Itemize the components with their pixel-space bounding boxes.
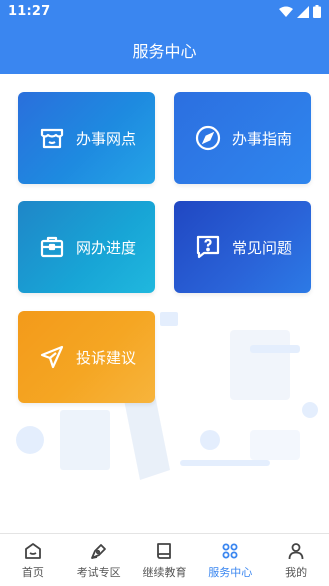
service-card-progress[interactable]: 网办进度	[18, 201, 155, 293]
send-icon	[38, 343, 66, 371]
top-bar: 11:27 服务中心	[0, 0, 329, 74]
briefcase-icon	[38, 233, 66, 261]
page-title: 服务中心	[132, 42, 197, 61]
shop-icon	[38, 124, 66, 152]
compass-icon	[194, 124, 222, 152]
service-card-guide[interactable]: 办事指南	[174, 92, 311, 184]
service-card-complaint[interactable]: 投诉建议	[18, 311, 155, 403]
user-icon	[288, 543, 304, 560]
card-label: 投诉建议	[76, 348, 137, 367]
card-label: 办事指南	[232, 129, 293, 148]
tab-label: 服务中心	[208, 566, 253, 579]
wifi-icon	[279, 6, 293, 17]
tab-mine[interactable]: 我的	[263, 534, 329, 586]
tab-education[interactable]: 继续教育	[132, 534, 198, 586]
card-label: 网办进度	[76, 238, 137, 257]
tab-home[interactable]: 首页	[0, 534, 66, 586]
service-card-faq[interactable]: 常见问题	[174, 201, 311, 293]
service-card-outlets[interactable]: 办事网点	[18, 92, 155, 184]
signal-icon	[297, 5, 309, 18]
tab-label: 继续教育	[142, 566, 187, 579]
pen-icon	[90, 544, 106, 559]
status-time: 11:27	[8, 4, 51, 19]
tab-label: 首页	[21, 566, 44, 579]
status-bar: 11:27	[0, 0, 329, 24]
battery-icon	[313, 5, 321, 18]
tab-service-center[interactable]: 服务中心	[197, 534, 263, 586]
bottom-tab-bar: 首页 考试专区 继续教育 服务中心 我的	[0, 533, 329, 586]
status-icons	[279, 5, 321, 18]
card-label: 常见问题	[232, 238, 293, 257]
tab-exam[interactable]: 考试专区	[66, 534, 132, 586]
tab-label: 考试专区	[76, 566, 121, 579]
grid-icon	[222, 543, 238, 559]
book-icon	[157, 543, 172, 559]
tab-label: 我的	[285, 566, 308, 579]
question-icon	[194, 233, 222, 261]
card-label: 办事网点	[76, 129, 137, 148]
home-icon	[24, 543, 41, 559]
